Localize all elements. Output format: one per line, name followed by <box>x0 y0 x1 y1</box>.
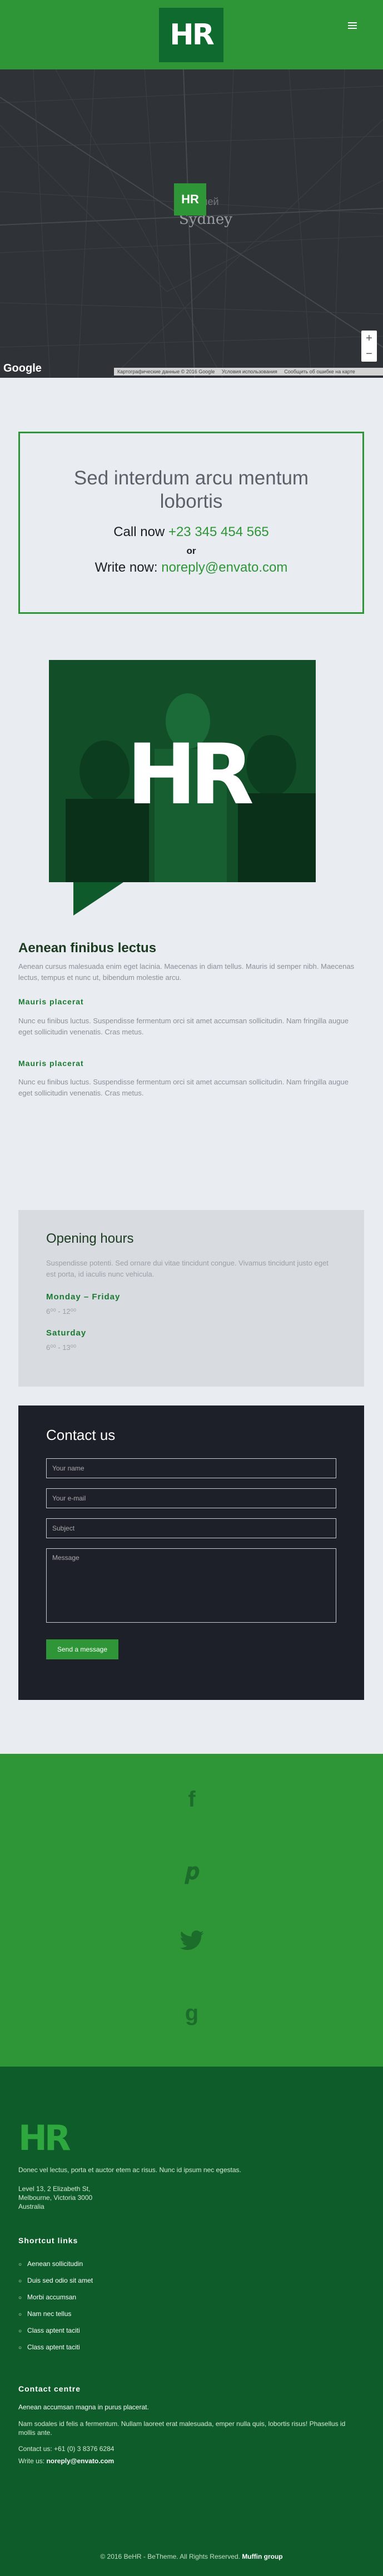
weekday-time: 6⁰⁰ - 12⁰⁰ <box>46 1307 77 1315</box>
map[interactable]: Сидней Sydney HR + − Google Картографиче… <box>0 69 383 378</box>
weekday-label: Monday – Friday <box>46 1292 121 1302</box>
about-image: HR <box>49 660 316 882</box>
shortcut-links-title: Shortcut links <box>18 2236 78 2245</box>
message-field[interactable]: Message <box>46 1548 336 1623</box>
send-message-button[interactable]: Send a message <box>46 1639 118 1659</box>
name-field[interactable]: Your name <box>46 1458 336 1478</box>
map-attribution: Картографические данные © 2016 Google Ус… <box>114 368 383 376</box>
email-link[interactable]: noreply@envato.com <box>161 560 287 575</box>
email-field[interactable]: Your e-mail <box>46 1488 336 1508</box>
footer: HR Donec vel lectus, porta et auctor ete… <box>0 2067 383 2576</box>
contact-centre-title: Contact centre <box>18 2384 81 2393</box>
contact-centre-lead: Aenean accumsan magna in purus placerat. <box>18 2403 149 2411</box>
about-subtitle-1: Mauris placerat <box>18 997 84 1006</box>
phone-link[interactable]: +23 345 454 565 <box>168 524 269 539</box>
cta-title: Sed interdum arcu mentum lobortis <box>73 467 309 512</box>
contact-centre-text: Nam sodales id felis a fermentum. Nullam… <box>18 2420 346 2437</box>
footer-link[interactable]: Class aptent taciti <box>18 2322 93 2339</box>
opening-hours: Opening hours Suspendisse potenti. Sed o… <box>18 1210 364 1387</box>
saturday-time: 6⁰⁰ - 13⁰⁰ <box>46 1343 77 1352</box>
zoom-out-button[interactable]: − <box>361 346 377 362</box>
copyright-brand-link[interactable]: Muffin group <box>242 2553 282 2560</box>
footer-about: Donec vel lectus, porta et auctor etem a… <box>18 2166 241 2174</box>
map-report-link[interactable]: Сообщить об ошибке на карте <box>284 369 355 374</box>
zoom-controls: + − <box>361 331 377 362</box>
google-plus-icon[interactable]: g <box>178 2001 206 2029</box>
site-logo[interactable]: HR <box>159 8 223 62</box>
twitter-icon[interactable] <box>178 1930 206 1958</box>
call-to-action-box: Sed interdum arcu mentum lobortis Call n… <box>18 432 364 614</box>
footer-email: Write us: noreply@envato.com <box>18 2457 115 2465</box>
footer-logo: HR <box>18 2118 71 2158</box>
google-logo: Google <box>3 362 42 374</box>
footer-link[interactable]: Nam nec tellus <box>18 2305 93 2322</box>
facebook-icon[interactable]: f <box>178 1787 206 1815</box>
footer-address: Level 13, 2 Elizabeth St, Melbourne, Vict… <box>18 2185 93 2210</box>
header-bar: HR <box>0 0 383 69</box>
map-data-link[interactable]: Картографические данные © 2016 Google <box>117 369 215 374</box>
contact-form: Contact us Your name Your e-mail Subject… <box>18 1405 364 1700</box>
zoom-in-button[interactable]: + <box>361 331 377 346</box>
social-section: f 𝒑 g <box>0 1754 383 2067</box>
menu-icon[interactable] <box>348 22 357 30</box>
contact-form-title: Contact us <box>46 1427 116 1443</box>
footer-link[interactable]: Aenean sollicitudin <box>18 2255 93 2272</box>
about-intro: Aenean cursus malesuada enim eget lacini… <box>18 962 355 982</box>
subject-field[interactable]: Subject <box>46 1518 336 1538</box>
cta-phone: Call now +23 345 454 565 <box>113 524 269 539</box>
footer-link[interactable]: Morbi accumsan <box>18 2289 93 2305</box>
map-marker[interactable]: HR <box>174 183 206 216</box>
footer-link[interactable]: Duis sed odio sit amet <box>18 2272 93 2289</box>
about-image-logo: HR <box>127 727 254 823</box>
copyright: © 2016 BeHR - BeTheme. All Rights Reserv… <box>100 2553 283 2560</box>
hours-text: Suspendisse potenti. Sed ornare dui vita… <box>46 1259 329 1278</box>
pinterest-icon[interactable]: 𝒑 <box>178 1859 206 1887</box>
speech-tail <box>73 882 123 916</box>
about-title: Aenean finibus lectus <box>18 941 157 956</box>
cta-or: or <box>186 546 196 556</box>
shortcut-links-list: Aenean sollicitudin Duis sed odio sit am… <box>18 2255 93 2355</box>
footer-phone: Contact us: +61 (0) 3 8376 6284 <box>18 2445 115 2453</box>
logo-text: HR <box>170 18 215 52</box>
footer-link[interactable]: Class aptent taciti <box>18 2339 93 2355</box>
cta-email: Write now: noreply@envato.com <box>94 560 288 575</box>
footer-email-link[interactable]: noreply@envato.com <box>46 2457 114 2465</box>
about-subtitle-2: Mauris placerat <box>18 1059 84 1068</box>
hours-title: Opening hours <box>46 1231 134 1246</box>
map-terms-link[interactable]: Условия использования <box>222 369 277 374</box>
about-text-1: Nunc eu finibus luctus. Suspendisse ferm… <box>18 1017 349 1036</box>
about-text-2: Nunc eu finibus luctus. Suspendisse ferm… <box>18 1078 349 1097</box>
saturday-label: Saturday <box>46 1328 87 1338</box>
